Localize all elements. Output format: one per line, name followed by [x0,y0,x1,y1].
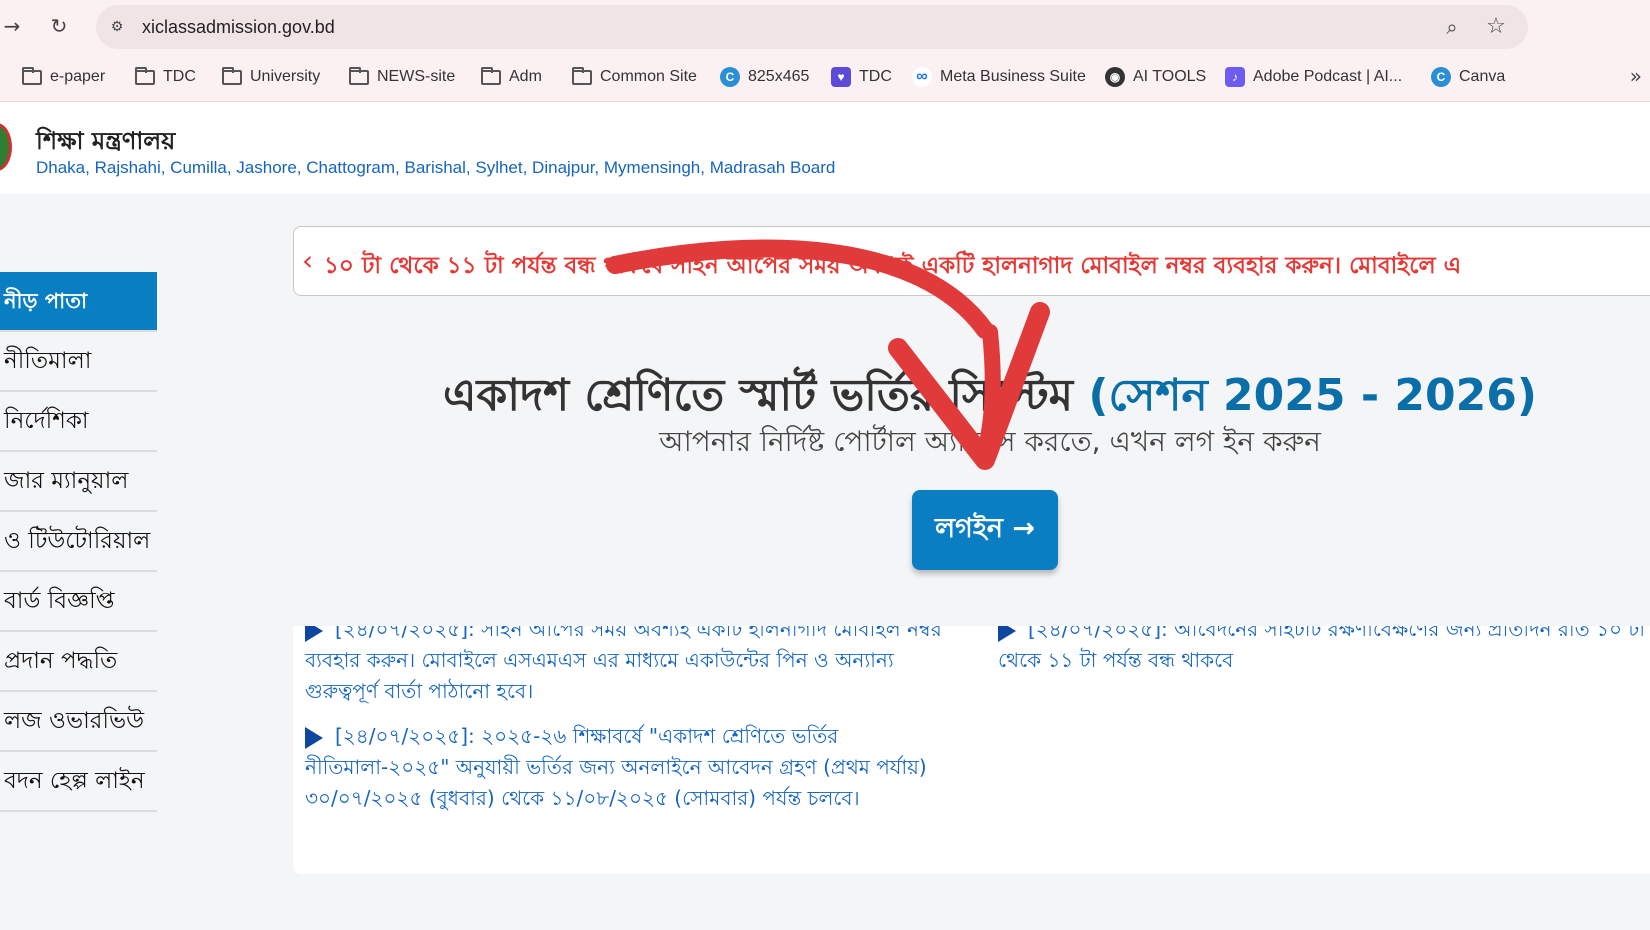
folder-icon [349,66,369,85]
canva-icon: C [1431,67,1451,87]
play-arrow-icon [305,626,323,642]
folder-icon [135,66,155,85]
play-arrow-icon [998,626,1016,642]
notice-item[interactable]: [২৪/০৭/২০২৫]: সাইন আপের সময় অবশ্যই একটি… [305,626,965,707]
url-text[interactable]: xiclassadmission.gov.bd [142,17,335,38]
bookmark-ai-tools[interactable]: ◉ AI TOOLS [1105,66,1206,88]
bookmark-label: Meta Business Suite [940,68,1086,85]
notice-text: [২৪/০৭/২০২৫]: সাইন আপের সময় অবশ্যই একটি… [305,626,942,703]
bookmark-adobe-podcast[interactable]: ♪ Adobe Podcast | AI... [1225,66,1402,88]
session-label: (সেশন 2025 - 2026) [1088,370,1537,421]
zoom-icon[interactable]: ⌕ [1440,15,1464,39]
adobe-podcast-icon: ♪ [1225,67,1245,87]
page-body: নীড় পাতা নীতিমালা নির্দেশিকা জার ম্যানু… [0,194,1650,930]
forward-icon[interactable]: → [0,14,24,38]
bookmark-e-paper[interactable]: e-paper [22,66,105,88]
bookmark-tdc-folder[interactable]: TDC [135,66,196,88]
browser-toolbar: → ↻ ⚙ xiclassadmission.gov.bd ⌕ ☆ [0,0,1650,52]
bookmark-label: Adobe Podcast | AI... [1253,68,1403,85]
bookmark-canva[interactable]: C Canva [1431,66,1505,88]
bookmark-star-icon[interactable]: ☆ [1484,15,1508,39]
bookmarks-bar: e-paper TDC University NEWS-site Adm Com… [0,52,1650,102]
notice-item[interactable]: [২৪/০৭/২০২৫]: ২০২৫-২৬ শিক্ষাবর্ষে "একাদশ… [305,721,965,814]
bookmark-label: e-paper [50,68,106,85]
bookmark-label: TDC [859,68,892,85]
bookmark-label: TDC [163,68,196,85]
bookmark-825x465[interactable]: C 825x465 [720,66,809,88]
bookmark-university[interactable]: University [222,66,320,88]
login-button[interactable]: লগইন → [912,490,1058,570]
sidebar-item-home[interactable]: নীড় পাতা [0,272,157,332]
bookmark-news-site[interactable]: NEWS-site [349,66,455,88]
ministry-name: শিক্ষা মন্ত্রণালয় [36,127,176,155]
bookmark-label: 825x465 [748,68,810,85]
folder-icon [22,66,42,85]
sidebar-menu: নীড় পাতা নীতিমালা নির্দেশিকা জার ম্যানু… [0,272,157,812]
sidebar-item-tutorial[interactable]: ও টিউটোরিয়াল [0,512,157,572]
folder-icon [572,66,592,85]
bookmark-label: AI TOOLS [1133,68,1207,85]
notice-item[interactable]: [২৪/০৭/২০২৫]: আবেদনের সাইটটি রক্ষণাবেক্ষ… [998,626,1650,676]
meta-icon: ∞ [912,67,932,87]
notice-panel: [২৪/০৭/২০২৫]: সাইন আপের সময় অবশ্যই একটি… [293,626,1650,874]
bookmark-label: Common Site [600,68,697,85]
education-boards-list: Dhaka, Rajshahi, Cumilla, Jashore, Chatt… [36,158,836,177]
bookmark-common-site[interactable]: Common Site [572,66,697,88]
hero-subtitle: আপনার নির্দিষ্ট পোর্টাল অ্যাক্সেস করতে, … [659,425,1321,458]
bookmark-tdc[interactable]: ♥ TDC [831,66,892,88]
bookmark-label: Canva [1459,68,1506,85]
bookmark-label: Adm [509,68,542,85]
hero-title-main: একাদশ শ্রেণিতে স্মার্ট ভর্তির সিস্টেম [443,370,1074,421]
site-header: শিক্ষা মন্ত্রণালয় Dhaka, Rajshahi, Cumi… [0,103,1650,193]
marquee-text: ১০ টা থেকে ১১ টা পর্যন্ত বন্ধ থাকবে সাইন… [324,253,1462,279]
play-arrow-icon [305,726,323,749]
folder-icon [481,66,501,85]
bookmark-meta-business-suite[interactable]: ∞ Meta Business Suite [912,66,1086,88]
notice-text: [২৪/০৭/২০২৫]: আবেদনের সাইটটি রক্ষণাবেক্ষ… [998,626,1646,672]
government-logo[interactable] [0,123,12,171]
folder-icon [222,66,242,85]
reload-icon[interactable]: ↻ [47,14,71,38]
chat-heart-icon: ♥ [831,67,851,87]
sidebar-item-college-overview[interactable]: লজ ওভারভিউ [0,692,157,752]
notice-text: [২৪/০৭/২০২৫]: ২০২৫-২৬ শিক্ষাবর্ষে "একাদশ… [305,724,927,810]
sidebar-item-board-notice[interactable]: বার্ড বিজ্ঞপ্তি [0,572,157,632]
bookmark-label: University [250,68,321,85]
bookmark-adm[interactable]: Adm [481,66,542,88]
notice-marquee[interactable]: ‹ ১০ টা থেকে ১১ টা পর্যন্ত বন্ধ থাকবে সা… [293,226,1650,296]
globe-icon: ◉ [1105,67,1125,87]
sidebar-item-payment-method[interactable]: প্রদান পদ্ধতি [0,632,157,692]
site-info-icon[interactable]: ⚙ [106,16,128,38]
chevron-left-icon[interactable]: ‹ [302,245,322,277]
address-bar[interactable]: ⚙ xiclassadmission.gov.bd ⌕ ☆ [96,5,1528,49]
sidebar-item-help-line[interactable]: বদন হেল্প লাইন [0,752,157,812]
more-bookmarks-icon[interactable]: » [1630,64,1642,88]
bookmark-label: NEWS-site [377,68,456,85]
canva-icon: C [720,67,740,87]
